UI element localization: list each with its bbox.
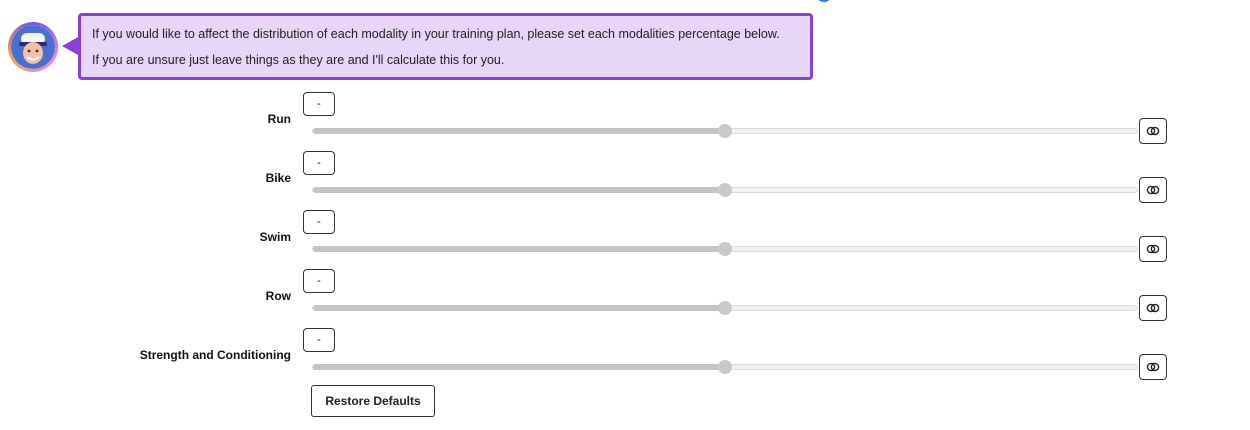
modality-label: Run [267,112,291,126]
modality-lock-button[interactable] [1139,354,1167,380]
link-toggle-icon [1146,126,1160,136]
modality-slider[interactable] [312,183,1138,197]
slider-thumb[interactable] [718,242,732,256]
modality-lock-button[interactable] [1139,236,1167,262]
modality-label: Swim [259,230,291,244]
slider-fill [313,305,725,311]
modality-slider[interactable] [312,242,1138,256]
modality-percentage-input[interactable]: - [303,92,335,116]
slider-fill [313,187,725,193]
restore-defaults-button[interactable]: Restore Defaults [311,385,435,417]
modality-percentage-input[interactable]: - [303,151,335,175]
modality-label: Bike [265,171,291,185]
slider-fill [313,128,725,134]
link-toggle-icon [1146,362,1160,372]
slider-thumb[interactable] [718,124,732,138]
slider-fill [313,246,725,252]
coach-message-bubble: If you would like to affect the distribu… [78,13,813,80]
status-dot [818,0,830,2]
slider-thumb[interactable] [718,301,732,315]
modality-slider[interactable] [312,360,1138,374]
link-toggle-icon [1146,185,1160,195]
modality-slider[interactable] [312,301,1138,315]
message-line-2: If you are unsure just leave things as t… [92,53,505,67]
modality-label: Strength and Conditioning [139,348,291,362]
coach-avatar [8,22,58,72]
modality-percentage-input[interactable]: - [303,210,335,234]
slider-thumb[interactable] [718,183,732,197]
message-line-1: If you would like to affect the distribu… [92,27,780,41]
modality-percentage-input[interactable]: - [303,328,335,352]
modality-percentage-input[interactable]: - [303,269,335,293]
modality-lock-button[interactable] [1139,118,1167,144]
modality-label: Row [265,289,291,303]
modality-lock-button[interactable] [1139,295,1167,321]
link-toggle-icon [1146,244,1160,254]
slider-fill [313,364,725,370]
modality-lock-button[interactable] [1139,177,1167,203]
slider-thumb[interactable] [718,360,732,374]
link-toggle-icon [1146,303,1160,313]
modality-slider[interactable] [312,124,1138,138]
